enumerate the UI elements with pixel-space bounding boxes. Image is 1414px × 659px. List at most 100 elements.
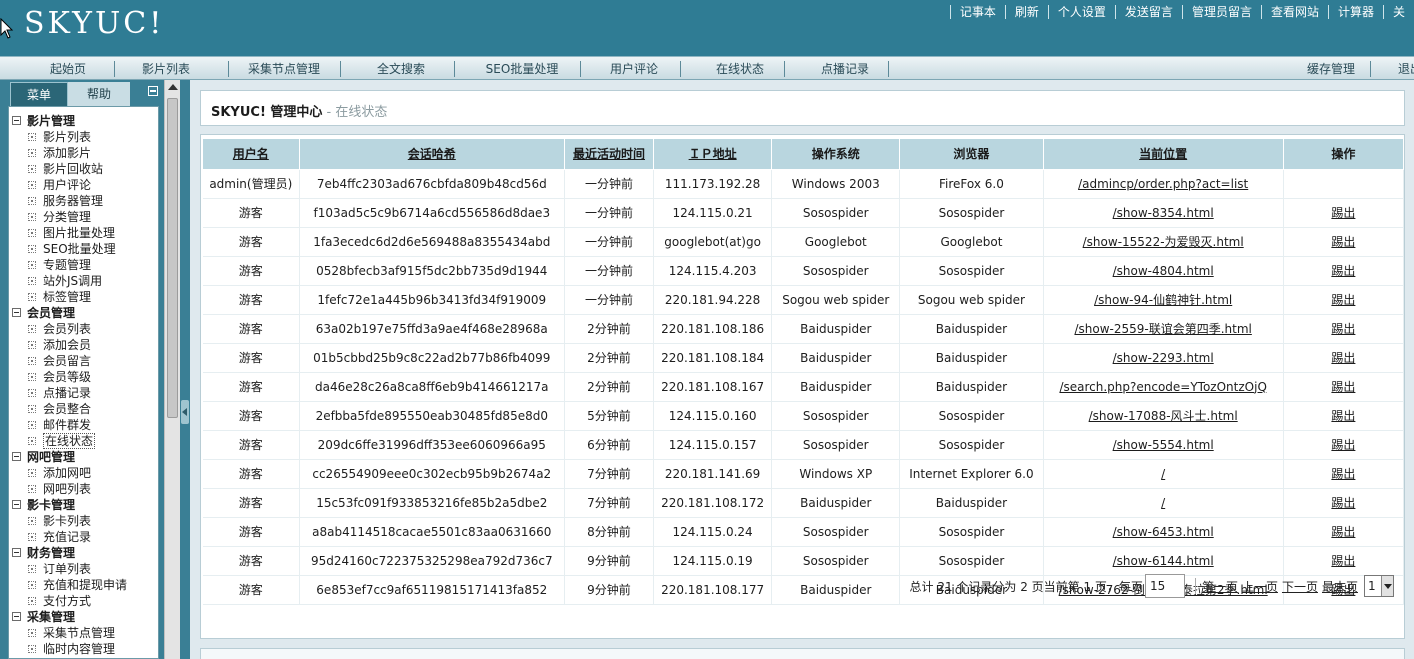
table-cell[interactable]: 踢出: [1283, 227, 1405, 257]
kick-link[interactable]: 踢出: [1331, 467, 1355, 481]
kick-link[interactable]: 踢出: [1331, 264, 1355, 278]
sidebar-menu-item[interactable]: 邮件群发: [9, 417, 158, 433]
location-link[interactable]: /: [1161, 467, 1165, 481]
sidebar-menu-item[interactable]: 支付方式: [9, 593, 158, 609]
sidebar-menu-item[interactable]: 站外JS调用: [9, 273, 158, 289]
location-link[interactable]: /show-5554.html: [1113, 438, 1214, 452]
nav-item[interactable]: 在线状态: [698, 57, 782, 80]
sidebar-menu-item[interactable]: 专题管理: [9, 257, 158, 273]
kick-link[interactable]: 踢出: [1331, 496, 1355, 510]
sidebar-menu-item[interactable]: 图片批量处理: [9, 225, 158, 241]
table-cell[interactable]: /show-6453.html: [1043, 517, 1284, 547]
collapse-toggle-icon[interactable]: [12, 612, 21, 621]
first-page-link[interactable]: 第一页: [1202, 578, 1238, 595]
sidebar-menu-item[interactable]: 网吧列表: [9, 481, 158, 497]
nav-item[interactable]: 全文搜索: [347, 57, 455, 80]
tree-group[interactable]: 影片管理: [9, 113, 158, 129]
table-cell[interactable]: /show-4804.html: [1043, 256, 1284, 286]
nav-item[interactable]: SEO批量处理: [462, 57, 582, 80]
tab-help[interactable]: 帮助: [68, 82, 130, 106]
table-cell[interactable]: 踢出: [1283, 517, 1405, 547]
sidebar-menu-item[interactable]: 服务器管理: [9, 193, 158, 209]
column-header[interactable]: 用户名: [203, 139, 300, 170]
table-cell[interactable]: /show-17088-风斗士.html: [1043, 401, 1284, 431]
table-cell[interactable]: 踢出: [1283, 546, 1405, 576]
collapse-toggle-icon[interactable]: [12, 452, 21, 461]
tree-group[interactable]: 影卡管理: [9, 497, 158, 513]
table-cell[interactable]: /show-94-仙鹤神针.html: [1043, 285, 1284, 315]
table-cell[interactable]: /show-6144.html: [1043, 546, 1284, 576]
table-cell[interactable]: /admincp/order.php?act=list: [1043, 169, 1284, 199]
table-cell[interactable]: /show-2559-联谊会第四季.html: [1043, 314, 1284, 344]
kick-link[interactable]: 踢出: [1331, 206, 1355, 220]
sidebar-menu-item[interactable]: 会员整合: [9, 401, 158, 417]
nav-item[interactable]: 起始页: [22, 57, 114, 80]
tab-menu[interactable]: 菜单: [10, 82, 68, 106]
top-link[interactable]: 管理员留言: [1181, 5, 1261, 19]
top-link[interactable]: 计算器: [1327, 5, 1383, 19]
collapse-toggle-icon[interactable]: [12, 116, 21, 125]
table-cell[interactable]: /: [1043, 488, 1284, 518]
collapse-toggle-icon[interactable]: [12, 500, 21, 509]
location-link[interactable]: /show-4804.html: [1113, 264, 1214, 278]
sidebar-menu-item[interactable]: 分类管理: [9, 209, 158, 225]
table-cell[interactable]: 踢出: [1283, 459, 1405, 489]
tree-group[interactable]: 财务管理: [9, 545, 158, 561]
nav-item[interactable]: 影片列表: [118, 57, 214, 80]
nav-item[interactable]: 用户评论: [585, 57, 683, 80]
table-cell[interactable]: 踢出: [1283, 314, 1405, 344]
top-link[interactable]: 关: [1382, 5, 1414, 19]
kick-link[interactable]: 踢出: [1331, 554, 1355, 568]
table-cell[interactable]: 踢出: [1283, 285, 1405, 315]
table-cell[interactable]: 踢出: [1283, 343, 1405, 373]
sidebar-menu-item[interactable]: 添加影片: [9, 145, 158, 161]
sidebar-menu-item[interactable]: 充值记录: [9, 529, 158, 545]
sidebar-menu-item[interactable]: 用户评论: [9, 177, 158, 193]
nav-item[interactable]: 缓存管理: [1296, 57, 1366, 80]
tree-group[interactable]: 会员管理: [9, 305, 158, 321]
top-link[interactable]: 记事本: [949, 5, 1005, 19]
table-cell[interactable]: 踢出: [1283, 401, 1405, 431]
dropdown-arrow-icon[interactable]: [1381, 576, 1393, 596]
table-cell[interactable]: 踢出: [1283, 198, 1405, 228]
collapse-toggle-icon[interactable]: [12, 308, 21, 317]
sidebar-menu-item[interactable]: 充值和提现申请: [9, 577, 158, 593]
page-select[interactable]: 1: [1364, 575, 1394, 597]
kick-link[interactable]: 踢出: [1331, 235, 1355, 249]
location-link[interactable]: /search.php?encode=YTozOntzOjQ: [1059, 380, 1266, 394]
sidebar-splitter[interactable]: [180, 80, 190, 659]
scrollbar-thumb[interactable]: [167, 98, 178, 418]
table-cell[interactable]: 踢出: [1283, 488, 1405, 518]
table-cell[interactable]: 踢出: [1283, 430, 1405, 460]
table-cell[interactable]: 踢出: [1283, 256, 1405, 286]
collapse-sidebar-icon[interactable]: [181, 400, 189, 424]
column-header[interactable]: ＩＰ地址: [653, 139, 773, 170]
scroll-up-icon[interactable]: [168, 84, 178, 90]
location-link[interactable]: /show-8354.html: [1113, 206, 1214, 220]
top-link[interactable]: 发送留言: [1114, 5, 1182, 19]
sidebar-menu-item[interactable]: 影卡列表: [9, 513, 158, 529]
tree-group[interactable]: 网吧管理: [9, 449, 158, 465]
sidebar-menu-item[interactable]: 在线状态: [9, 433, 158, 449]
table-cell[interactable]: /show-5554.html: [1043, 430, 1284, 460]
kick-link[interactable]: 踢出: [1331, 438, 1355, 452]
location-link[interactable]: /show-6453.html: [1113, 525, 1214, 539]
next-page-link[interactable]: 下一页: [1282, 578, 1318, 595]
top-link[interactable]: 查看网站: [1260, 5, 1328, 19]
location-link[interactable]: /show-15522-为爱毁灭.html: [1083, 235, 1244, 249]
location-link[interactable]: /show-94-仙鹤神针.html: [1094, 293, 1232, 307]
kick-link[interactable]: 踢出: [1331, 409, 1355, 423]
tree-group[interactable]: 采集管理: [9, 609, 158, 625]
nav-item[interactable]: 退出: [1390, 57, 1414, 80]
sidebar-menu-item[interactable]: 临时内容管理: [9, 641, 158, 657]
column-header[interactable]: 当前位置: [1043, 139, 1284, 170]
table-cell[interactable]: /show-15522-为爱毁灭.html: [1043, 227, 1284, 257]
kick-link[interactable]: 踢出: [1331, 380, 1355, 394]
sidebar-menu-item[interactable]: 添加网吧: [9, 465, 158, 481]
kick-link[interactable]: 踢出: [1331, 525, 1355, 539]
table-cell[interactable]: /show-8354.html: [1043, 198, 1284, 228]
top-link[interactable]: 个人设置: [1047, 5, 1115, 19]
column-header[interactable]: 最近活动时间: [564, 139, 655, 170]
sidebar-menu-item[interactable]: 点播记录: [9, 385, 158, 401]
sidebar-menu-item[interactable]: 会员留言: [9, 353, 158, 369]
